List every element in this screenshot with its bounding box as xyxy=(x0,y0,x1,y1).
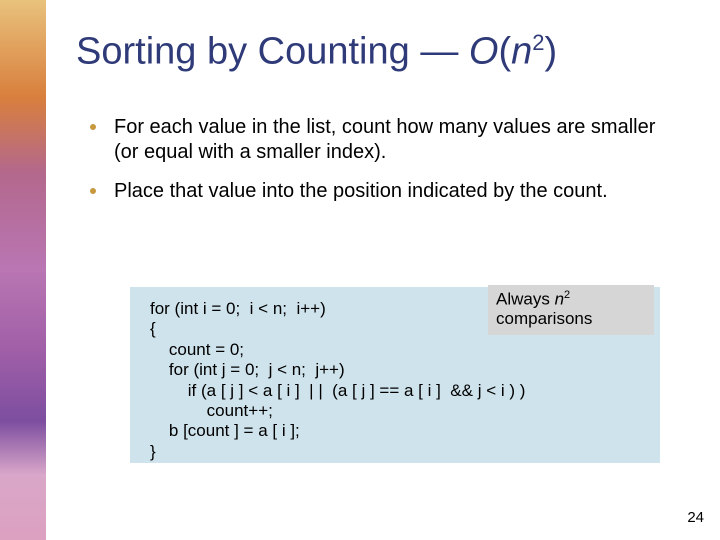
bullet-dot-icon xyxy=(90,188,96,194)
code-box: for (int i = 0; i < n; i++) { count = 0;… xyxy=(130,287,660,463)
code-line: } xyxy=(150,442,156,461)
code-line: { xyxy=(150,319,156,338)
code-line: for (int j = 0; j < n; j++) xyxy=(150,360,345,379)
note-suffix: comparisons xyxy=(496,309,592,328)
decorative-sidebar xyxy=(0,0,46,540)
list-item: Place that value into the position indic… xyxy=(90,179,680,204)
code-line: b [count ] = a [ i ]; xyxy=(150,421,300,440)
code-line: if (a [ j ] < a [ i ] | | (a [ j ] == a … xyxy=(150,381,525,400)
title-bigO-n: n xyxy=(511,31,532,73)
bullet-list: For each value in the list, count how ma… xyxy=(90,115,680,218)
note-prefix: Always xyxy=(496,290,555,309)
page-number: 24 xyxy=(687,509,704,526)
code-line: count = 0; xyxy=(150,340,244,359)
code-listing: for (int i = 0; i < n; i++) { count = 0;… xyxy=(150,299,525,462)
complexity-note: Always n2 comparisons xyxy=(488,285,654,335)
slide-title: Sorting by Counting — O(n2) xyxy=(76,30,557,74)
title-bigO-open: ( xyxy=(498,31,511,73)
title-bigO-O: O xyxy=(469,31,499,73)
bullet-text: For each value in the list, count how ma… xyxy=(114,115,680,165)
note-n: n xyxy=(555,290,564,309)
code-line: for (int i = 0; i < n; i++) xyxy=(150,299,326,318)
code-line: count++; xyxy=(150,401,273,420)
title-bigO-exp: 2 xyxy=(532,30,544,55)
bullet-dot-icon xyxy=(90,124,96,130)
list-item: For each value in the list, count how ma… xyxy=(90,115,680,165)
title-prefix: Sorting by Counting — xyxy=(76,31,469,73)
title-bigO-close: ) xyxy=(545,31,558,73)
note-exp: 2 xyxy=(564,289,570,301)
bullet-text: Place that value into the position indic… xyxy=(114,179,608,204)
